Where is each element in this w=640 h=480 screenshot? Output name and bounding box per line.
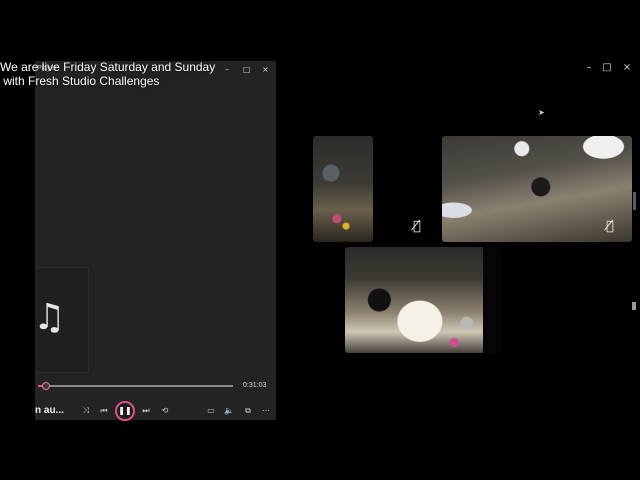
shuffle-button[interactable]: ⤨ bbox=[80, 405, 92, 417]
player-maximize-button[interactable]: □ bbox=[243, 65, 251, 75]
track-title[interactable]: n au... bbox=[35, 405, 64, 416]
call-close-button[interactable]: × bbox=[620, 61, 634, 74]
caption-line-2: with Fresh Studio Challenges bbox=[0, 74, 160, 88]
video-call-window: – □ × ➤ 🎙̸ 🎙̸ bbox=[276, 60, 640, 420]
volume-button[interactable]: 🔈 bbox=[223, 405, 235, 417]
mic-off-icon: 🎙̸ bbox=[413, 219, 421, 234]
scroll-indicator[interactable] bbox=[632, 302, 636, 310]
call-minimize-button[interactable]: – bbox=[582, 61, 596, 74]
scrollbar-thumb[interactable] bbox=[633, 192, 636, 210]
repeat-button[interactable]: ⟲ bbox=[159, 405, 171, 417]
album-art[interactable]: ♫ bbox=[33, 267, 89, 373]
music-note-icon: ♫ bbox=[33, 297, 66, 338]
elapsed-time: 0:31:03 bbox=[243, 382, 267, 389]
play-pause-button[interactable]: ❚❚ bbox=[115, 401, 135, 421]
video-tile-participant-1[interactable] bbox=[313, 136, 373, 242]
cast-button[interactable]: ⧉ bbox=[242, 405, 254, 417]
seek-bar-handle[interactable] bbox=[41, 382, 50, 390]
video-tile-participant-3[interactable] bbox=[345, 247, 501, 353]
media-player-window: Player – □ × ♫ 0:31:03 n au... ⤨ ⏮ ❚❚ ⏭ … bbox=[33, 61, 276, 421]
call-maximize-button[interactable]: □ bbox=[600, 61, 614, 74]
screen: – □ × ➤ 🎙̸ 🎙̸ Player – □ × ♫ 0:31:03 n a… bbox=[0, 0, 640, 480]
player-close-button[interactable]: × bbox=[262, 65, 269, 75]
next-button[interactable]: ⏭ bbox=[140, 405, 152, 417]
call-titlebar: – □ × bbox=[276, 60, 640, 75]
mic-off-icon: 🎙̸ bbox=[606, 219, 614, 234]
more-options-button[interactable]: ⋯ bbox=[260, 405, 272, 417]
miniplayer-button[interactable]: ▭ bbox=[205, 405, 217, 417]
caption-line-1: We are live Friday Saturday and Sunday bbox=[0, 60, 216, 74]
previous-button[interactable]: ⏮ bbox=[98, 405, 110, 417]
video-tile-participant-2[interactable] bbox=[442, 136, 632, 242]
video-tile-border bbox=[483, 247, 501, 353]
stream-caption: We are live Friday Saturday and Sunday w… bbox=[0, 60, 215, 88]
mouse-cursor-icon: ➤ bbox=[538, 108, 545, 117]
player-minimize-button[interactable]: – bbox=[225, 65, 229, 75]
seek-bar[interactable] bbox=[38, 382, 233, 390]
